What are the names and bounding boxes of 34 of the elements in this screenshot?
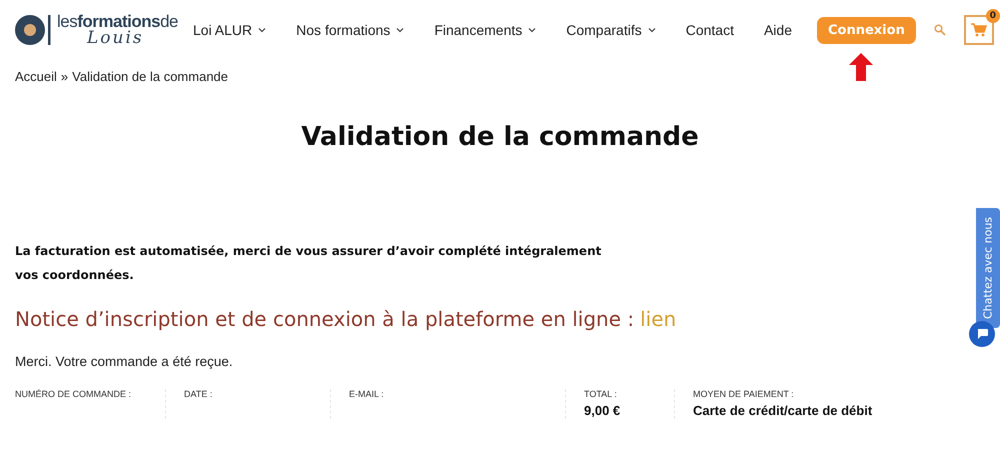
detail-label: MOYEN DE PAIEMENT : — [693, 389, 795, 399]
nav-link[interactable]: Nos formations — [281, 22, 420, 38]
chevron-icon — [258, 27, 266, 33]
chat-button[interactable] — [969, 321, 995, 347]
detail-label: DATE : — [184, 389, 214, 399]
search-icon[interactable] — [934, 24, 946, 36]
cart-icon — [970, 23, 987, 37]
instructions-heading: Notice d’inscription et de connexion à la plateforme en ligne : — [15, 307, 634, 331]
nav-link[interactable]: Financements — [419, 22, 552, 38]
page-title: Validation de la commande — [300, 122, 700, 152]
detail-label: E-MAIL : — [349, 389, 385, 399]
logo-icon — [15, 14, 51, 46]
detail-value: 9,00 € — [584, 403, 622, 418]
cart-count: 0 — [986, 9, 1000, 23]
chat-tab[interactable]: Chattez avec nous — [976, 208, 1000, 328]
chevron-icon — [528, 27, 536, 33]
breadcrumb-separator: » — [60, 69, 68, 84]
nav-link[interactable]: Aide — [748, 22, 807, 38]
brand-name: lesformationsde — [57, 13, 178, 30]
breadcrumb-link[interactable]: Accueil — [15, 69, 57, 84]
confirmation-message: Merci. Votre commande a été reçue. — [15, 354, 234, 369]
detail-label: TOTAL : — [584, 389, 618, 399]
arrow-icon — [849, 53, 873, 81]
detail-label: NUMÉRO DE COMMANDE : — [15, 389, 132, 399]
detail-value: Carte de crédit/carte de débit — [693, 403, 874, 418]
chevron-icon — [396, 27, 404, 33]
nav-link[interactable]: Contact — [670, 22, 749, 38]
nav-link[interactable]: Comparatifs — [551, 22, 671, 38]
breadcrumb-current: Validation de la commande — [72, 69, 228, 84]
brand-signature: Louis — [87, 30, 145, 47]
billing-notice: La facturation est automatisée, merci de vous assurer d’avoir complété intégralement vos coordonnées. — [15, 243, 602, 284]
nav-link[interactable]: Loi ALUR — [178, 22, 282, 38]
chevron-icon — [648, 27, 656, 33]
chat-icon — [976, 329, 988, 339]
